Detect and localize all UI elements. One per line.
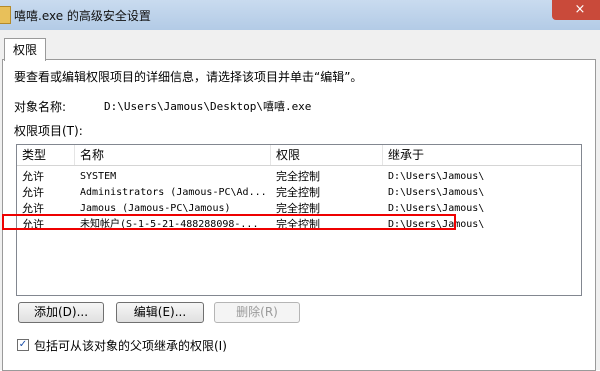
cell-inherited-from: D:\Users\Jamous\	[388, 187, 485, 198]
cell-type: 允许	[22, 218, 44, 231]
cell-type: 允许	[22, 170, 44, 183]
table-row[interactable]: 允许 Administrators (Jamous-PC\Ad... 完全控制 …	[17, 185, 581, 201]
object-name-label: 对象名称:	[14, 100, 67, 114]
column-header-type[interactable]: 类型	[17, 145, 75, 165]
folder-icon	[0, 6, 11, 24]
window-title: 嘻嘻.exe 的高级安全设置	[14, 9, 151, 23]
cell-permission: 完全控制	[276, 170, 320, 183]
object-name-value: D:\Users\Jamous\Desktop\嘻嘻.exe	[104, 100, 312, 113]
description-text: 要查看或编辑权限项目的详细信息，请选择该项目并单击“编辑”。	[14, 70, 363, 84]
close-button[interactable]: ×	[552, 0, 600, 20]
dialog-client: 权限 要查看或编辑权限项目的详细信息，请选择该项目并单击“编辑”。 对象名称: …	[0, 30, 600, 371]
edit-button[interactable]: 编辑(E)...	[116, 302, 204, 323]
cell-name: 未知帐户(S-1-5-21-488288098-...	[80, 219, 259, 230]
tab-permissions[interactable]: 权限	[4, 38, 47, 61]
column-header-inherited-from[interactable]: 继承于	[383, 145, 581, 165]
cell-type: 允许	[22, 202, 44, 215]
permission-entries-label: 权限项目(T):	[14, 124, 83, 138]
cell-permission: 完全控制	[276, 186, 320, 199]
column-header-name[interactable]: 名称	[75, 145, 271, 165]
inherit-checkbox-label: 包括可从该对象的父项继承的权限(I)	[34, 339, 227, 353]
column-header-permission[interactable]: 权限	[271, 145, 383, 165]
inherit-checkbox[interactable]: ✓	[17, 339, 29, 351]
cell-inherited-from: D:\Users\Jamous\	[388, 203, 485, 214]
cell-permission: 完全控制	[276, 218, 320, 231]
table-row[interactable]: 允许 未知帐户(S-1-5-21-488288098-... 完全控制 D:\U…	[17, 217, 581, 233]
table-row[interactable]: 允许 SYSTEM 完全控制 D:\Users\Jamous\	[17, 169, 581, 185]
remove-button[interactable]: 删除(R)	[214, 302, 300, 323]
cell-type: 允许	[22, 186, 44, 199]
cell-name: SYSTEM	[80, 171, 117, 182]
cell-name: Jamous (Jamous-PC\Jamous)	[80, 203, 231, 214]
title-bar: 嘻嘻.exe 的高级安全设置 ×	[0, 0, 600, 30]
cell-inherited-from: D:\Users\Jamous\	[388, 219, 485, 230]
list-header: 类型 名称 权限 继承于	[17, 145, 581, 166]
permission-entries-list[interactable]: 类型 名称 权限 继承于 允许 SYSTEM 完全控制 D:\Users\Jam…	[16, 144, 582, 296]
cell-inherited-from: D:\Users\Jamous\	[388, 171, 485, 182]
cell-name: Administrators (Jamous-PC\Ad...	[80, 187, 267, 198]
add-button[interactable]: 添加(D)...	[18, 302, 104, 323]
cell-permission: 完全控制	[276, 202, 320, 215]
table-row[interactable]: 允许 Jamous (Jamous-PC\Jamous) 完全控制 D:\Use…	[17, 201, 581, 217]
